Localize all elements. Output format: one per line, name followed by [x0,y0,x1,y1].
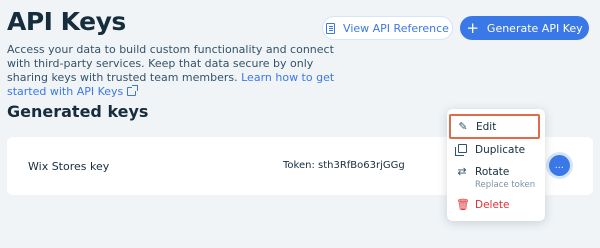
menu-item-duplicate[interactable]: Duplicate [454,143,526,156]
key-token: Token: sth3RfBo63rjGGg [283,160,405,171]
page-title: API Keys [7,7,126,36]
menu-item-delete[interactable]: 🗑 Delete [456,198,510,211]
more-icon: … [554,160,565,171]
key-name: Wix Stores key [28,160,110,173]
document-icon [326,22,336,34]
pencil-icon: ✎ [458,120,468,133]
generate-api-key-button[interactable]: + Generate API Key [460,16,589,40]
external-link-icon [127,85,139,96]
duplicate-icon [454,143,468,156]
view-api-reference-button[interactable]: View API Reference [322,16,453,40]
menu-item-rotate[interactable]: ⇄ Rotate [456,165,509,178]
menu-item-edit[interactable]: ✎ Edit [449,114,540,139]
section-title: Generated keys [7,102,149,121]
menu-item-edit-label: Edit [476,120,497,133]
view-api-reference-label: View API Reference [343,21,449,35]
rotate-icon: ⇄ [457,165,467,178]
menu-item-duplicate-label: Duplicate [475,143,526,156]
menu-item-rotate-label: Rotate [475,165,510,178]
page-description: Access your data to build custom functio… [7,43,337,99]
generate-api-key-label: Generate API Key [486,21,583,35]
rotate-subtitle: Replace token [475,180,536,190]
more-actions-button[interactable]: … [549,155,570,176]
trash-icon: 🗑 [456,198,470,211]
plus-icon: + [466,18,479,37]
menu-item-delete-label: Delete [475,198,510,211]
